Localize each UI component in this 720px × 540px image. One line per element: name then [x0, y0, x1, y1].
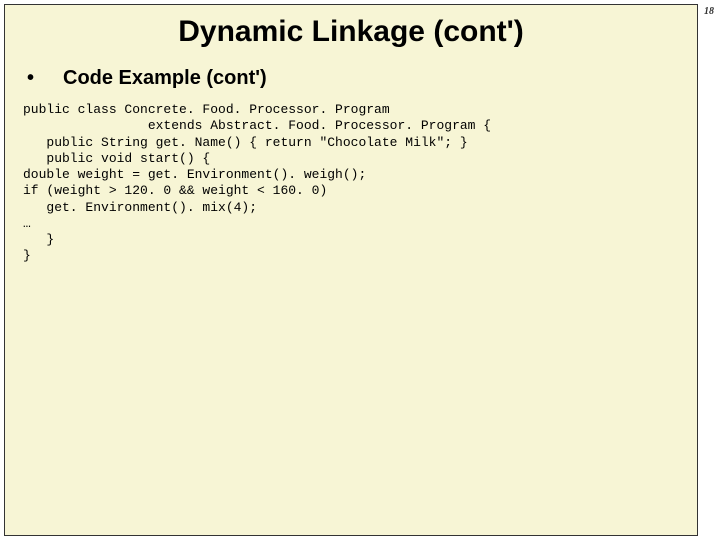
bullet-item: • Code Example (cont') [27, 67, 683, 90]
slide-title: Dynamic Linkage (cont') [19, 15, 683, 49]
bullet-marker-icon: • [27, 68, 39, 88]
code-example: public class Concrete. Food. Processor. … [23, 102, 683, 265]
bullet-label: Code Example (cont') [63, 67, 267, 90]
slide-body: Dynamic Linkage (cont') • Code Example (… [4, 4, 698, 536]
page-number: 18 [704, 6, 714, 17]
page-number-column: 18 [698, 4, 716, 536]
